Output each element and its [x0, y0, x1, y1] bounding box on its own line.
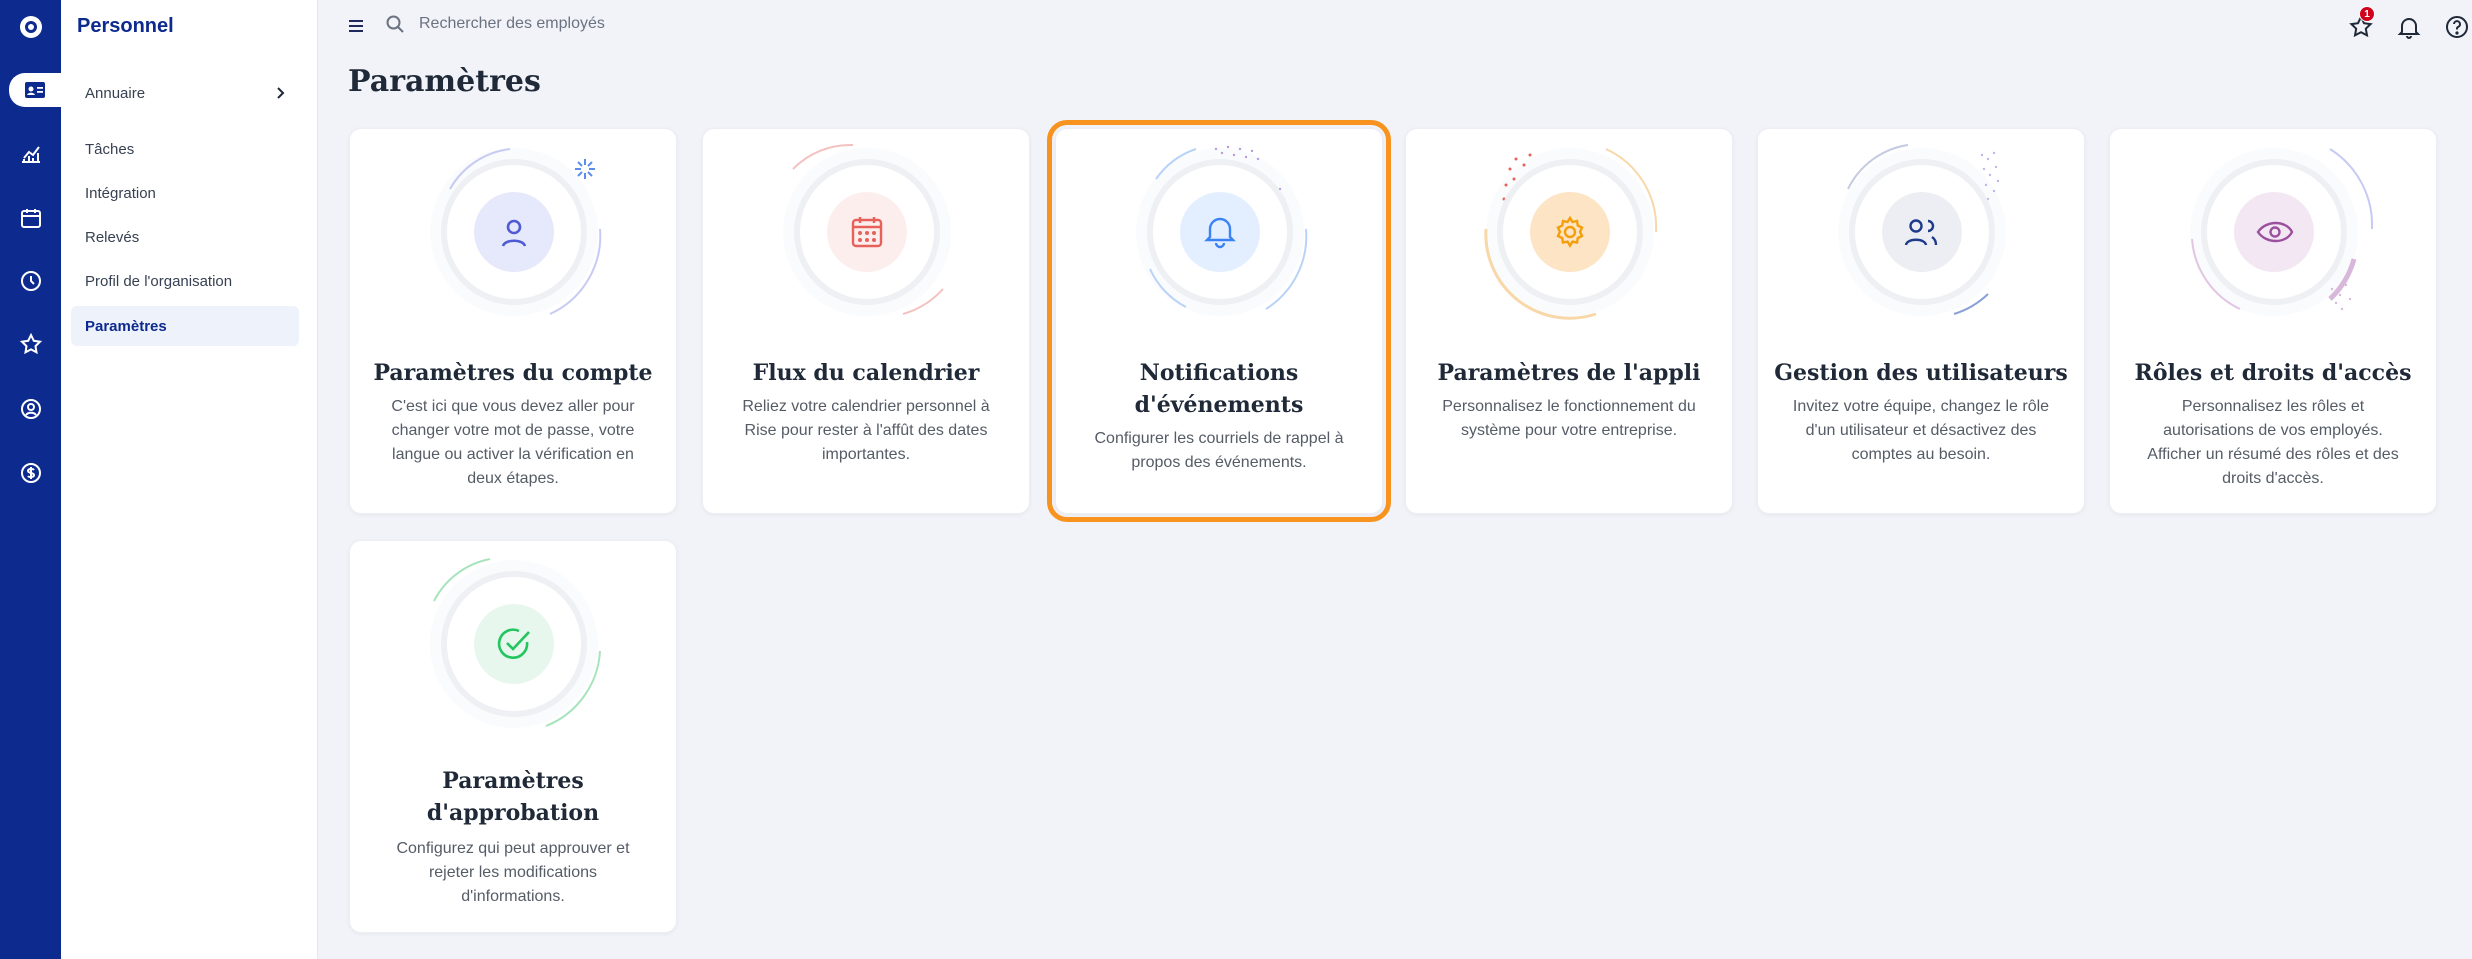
card-illustration	[1136, 145, 1308, 316]
favorites-badge: 1	[2359, 6, 2375, 22]
card-description: Invitez votre équipe, changez le rôle d'…	[1792, 398, 2050, 463]
menu-icon[interactable]	[346, 16, 366, 36]
help-icon[interactable]	[2442, 12, 2472, 42]
rail-calendar[interactable]	[0, 195, 61, 241]
sidebar-item-label: Tâches	[85, 140, 135, 158]
star-icon	[19, 332, 42, 355]
sidebar-item-label: Relevés	[85, 228, 140, 246]
sidebar-item-label: Profil de l'organisation	[85, 272, 233, 290]
card-illustration	[1484, 148, 1658, 320]
logo-icon	[19, 16, 42, 38]
rail-personnel[interactable]	[0, 67, 61, 113]
card-title: Paramètres de l'appli	[1437, 360, 1701, 386]
search-input[interactable]: Rechercher des employés	[419, 15, 605, 33]
card-gestion-utilisateurs[interactable]: Gestion des utilisateurs Invitez votre é…	[1757, 128, 2085, 514]
card-title: Gestion des utilisateurs	[1774, 360, 2068, 386]
card-illustration	[430, 148, 602, 316]
rail-recruiting[interactable]	[0, 386, 61, 432]
card-title: Paramètres du compte	[373, 360, 653, 386]
card-notifications-evenements[interactable]: Notifications d'événements Configurer le…	[1047, 120, 1391, 522]
card-title: Paramètres d'approbation	[426, 768, 600, 826]
sidebar-item-label: Paramètres	[85, 317, 167, 335]
rail-time[interactable]	[0, 258, 61, 304]
rail-payroll[interactable]	[0, 450, 61, 496]
clock-icon	[20, 271, 41, 291]
rail-recognition[interactable]	[0, 321, 61, 367]
section-nav: Personnel Annuaire Tâches Intégration Re…	[61, 0, 318, 959]
card-description: Configurer les courriels de rappel à pro…	[1094, 430, 1344, 471]
page-title: Paramètres	[348, 64, 541, 99]
card-description: C'est ici que vous devez aller pour chan…	[391, 398, 635, 487]
sidebar-item-label: Annuaire	[85, 84, 146, 102]
sidebar-item-annuaire[interactable]: Annuaire	[71, 73, 299, 113]
search-icon	[386, 15, 404, 33]
card-title: Notifications d'événements	[1134, 360, 1304, 418]
card-description: Personnalisez le fonctionnement du systè…	[1442, 398, 1696, 439]
sidebar-item-profil-organisation[interactable]: Profil de l'organisation	[71, 261, 299, 301]
sidebar-item-label: Intégration	[85, 184, 156, 202]
card-description: Configurez qui peut approuver et rejeter…	[396, 840, 630, 905]
card-parametres-appli[interactable]: Paramètres de l'appli Personnalisez le f…	[1405, 128, 1733, 514]
card-illustration	[783, 143, 951, 316]
calendar-icon	[20, 209, 41, 228]
chart-up-icon	[21, 146, 40, 163]
card-title: Flux du calendrier	[752, 360, 980, 386]
rise-logo[interactable]	[0, 4, 61, 50]
card-illustration	[2190, 148, 2374, 316]
app-rail	[0, 0, 61, 959]
section-title: Personnel	[77, 15, 174, 37]
rail-reports[interactable]	[0, 130, 61, 176]
card-flux-calendrier[interactable]: Flux du calendrier Reliez votre calendri…	[702, 128, 1030, 514]
bell-icon[interactable]	[2394, 12, 2424, 42]
card-parametres-compte[interactable]: Paramètres du compte C'est ici que vous …	[349, 128, 677, 514]
sidebar-item-parametres[interactable]: Paramètres	[71, 306, 299, 346]
dollar-icon	[20, 463, 41, 483]
card-roles-droits-acces[interactable]: Rôles et droits d'accès Personnalisez le…	[2109, 128, 2437, 514]
card-parametres-approbation[interactable]: Paramètres d'approbation Configurez qui …	[349, 540, 677, 933]
card-description: Personnalisez les rôles et autorisations…	[2147, 398, 2399, 487]
id-card-icon	[25, 82, 45, 98]
card-description: Reliez votre calendrier personnel à Rise…	[742, 398, 990, 463]
sidebar-item-releves[interactable]: Relevés	[71, 217, 299, 257]
sidebar-item-integration[interactable]: Intégration	[71, 173, 299, 213]
card-illustration	[430, 558, 601, 728]
search-bar[interactable]: Rechercher des employés	[385, 14, 605, 34]
chevron-right-icon	[277, 87, 285, 99]
sidebar-item-taches[interactable]: Tâches	[71, 129, 299, 169]
user-search-icon	[20, 399, 41, 419]
card-title: Rôles et droits d'accès	[2134, 360, 2412, 386]
card-illustration	[1838, 144, 2006, 316]
